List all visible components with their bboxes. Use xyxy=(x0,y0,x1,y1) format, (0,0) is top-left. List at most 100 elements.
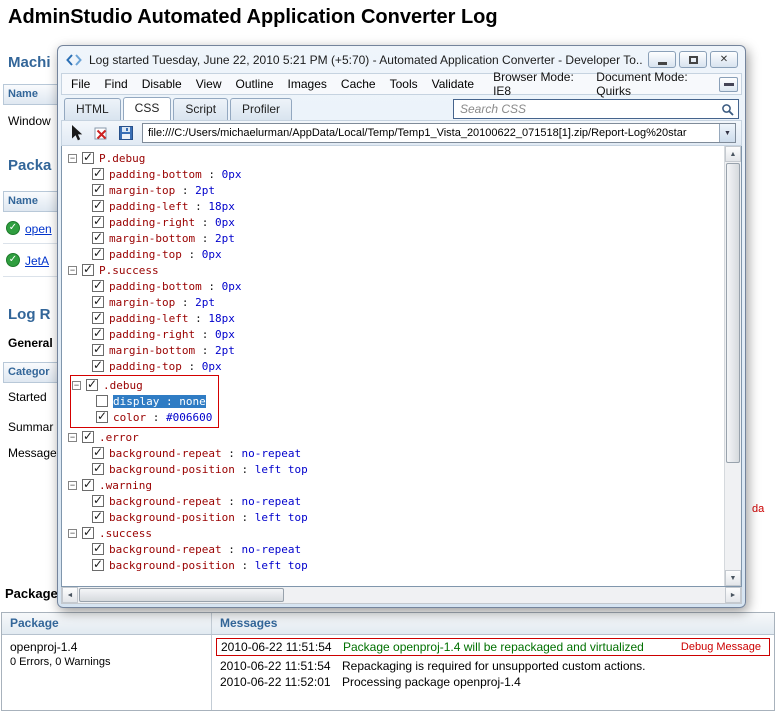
horizontal-scroll-track[interactable] xyxy=(285,587,725,603)
property-checkbox[interactable] xyxy=(92,248,104,260)
css-property-row[interactable]: margin-top : 2pt xyxy=(68,182,724,198)
scroll-down-icon[interactable]: ▼ xyxy=(725,570,741,586)
package-link-jeta[interactable]: JetA xyxy=(25,254,49,268)
css-property[interactable]: margin-bottom : 2pt xyxy=(109,344,235,357)
package-column-header[interactable]: Package xyxy=(2,613,212,634)
menu-item-disable[interactable]: Disable xyxy=(136,75,188,93)
css-property-row[interactable]: padding-top : 0px xyxy=(68,246,724,262)
css-property-row[interactable]: background-position : left top xyxy=(68,557,724,573)
menu-item-cache[interactable]: Cache xyxy=(335,75,382,93)
css-property-row[interactable]: background-repeat : no-repeat xyxy=(68,493,724,509)
css-property-row[interactable]: padding-left : 18px xyxy=(68,198,724,214)
css-property-row[interactable]: background-position : left top xyxy=(68,461,724,477)
property-checkbox[interactable] xyxy=(92,360,104,372)
tree-expander-icon[interactable]: − xyxy=(68,529,77,538)
property-checkbox[interactable] xyxy=(92,216,104,228)
css-property-row[interactable]: margin-top : 2pt xyxy=(68,294,724,310)
property-checkbox[interactable] xyxy=(92,344,104,356)
property-checkbox[interactable] xyxy=(92,447,104,459)
property-checkbox[interactable] xyxy=(92,200,104,212)
css-property[interactable]: margin-top : 2pt xyxy=(109,296,215,309)
scroll-left-icon[interactable]: ◄ xyxy=(62,587,78,603)
css-property[interactable]: padding-left : 18px xyxy=(109,312,235,325)
search-input[interactable] xyxy=(460,102,720,116)
css-property-row[interactable]: margin-bottom : 2pt xyxy=(68,230,724,246)
menu-item-view[interactable]: View xyxy=(190,75,228,93)
menu-item-find[interactable]: Find xyxy=(98,75,133,93)
menu-item-validate[interactable]: Validate xyxy=(426,75,480,93)
property-checkbox[interactable] xyxy=(92,232,104,244)
css-property-row[interactable]: display : none xyxy=(72,393,212,409)
horizontal-scrollbar[interactable]: ◄ ► xyxy=(61,587,742,604)
tab-profiler[interactable]: Profiler xyxy=(230,98,292,120)
menu-item-file[interactable]: File xyxy=(65,75,96,93)
css-property-row[interactable]: padding-right : 0px xyxy=(68,214,724,230)
css-property[interactable]: background-position : left top xyxy=(109,511,308,524)
horizontal-scroll-thumb[interactable] xyxy=(79,588,284,602)
property-checkbox[interactable] xyxy=(92,280,104,292)
select-element-pointer-icon[interactable] xyxy=(67,124,85,142)
maximize-button[interactable] xyxy=(679,51,707,68)
property-checkbox[interactable] xyxy=(92,312,104,324)
css-property[interactable]: background-repeat : no-repeat xyxy=(109,447,301,460)
minimize-button[interactable] xyxy=(648,51,676,68)
file-url-dropdown[interactable]: file:///C:/Users/michaelurman/AppData/Lo… xyxy=(142,123,736,143)
css-property[interactable]: padding-bottom : 0px xyxy=(109,168,241,181)
property-checkbox[interactable] xyxy=(92,328,104,340)
category-column-header[interactable]: Categor xyxy=(3,362,58,383)
menu-item-tools[interactable]: Tools xyxy=(384,75,424,93)
css-property[interactable]: padding-right : 0px xyxy=(109,216,235,229)
vertical-scrollbar[interactable]: ▲ ▼ xyxy=(724,146,741,586)
menu-item-images[interactable]: Images xyxy=(282,75,333,93)
tree-expander-icon[interactable]: − xyxy=(68,481,77,490)
css-rule-row[interactable]: −.warning xyxy=(68,477,724,493)
rule-checkbox[interactable] xyxy=(82,264,94,276)
property-checkbox[interactable] xyxy=(92,511,104,523)
property-checkbox[interactable] xyxy=(96,395,108,407)
vertical-scroll-thumb[interactable] xyxy=(726,163,740,463)
property-checkbox[interactable] xyxy=(92,495,104,507)
tree-expander-icon[interactable]: − xyxy=(68,266,77,275)
rule-checkbox[interactable] xyxy=(82,152,94,164)
disable-styles-icon[interactable] xyxy=(92,124,110,142)
css-property-row[interactable]: background-repeat : no-repeat xyxy=(68,445,724,461)
css-property[interactable]: padding-top : 0px xyxy=(109,248,222,261)
css-property[interactable]: padding-top : 0px xyxy=(109,360,222,373)
tree-expander-icon[interactable]: − xyxy=(68,433,77,442)
css-property-row[interactable]: color : #006600 xyxy=(72,409,212,425)
property-checkbox[interactable] xyxy=(92,559,104,571)
property-checkbox[interactable] xyxy=(92,296,104,308)
rule-checkbox[interactable] xyxy=(86,379,98,391)
vertical-scroll-track[interactable] xyxy=(725,464,741,570)
css-rule-row[interactable]: −.debug xyxy=(72,377,212,393)
tab-css[interactable]: CSS xyxy=(123,97,172,120)
property-checkbox[interactable] xyxy=(92,168,104,180)
save-icon[interactable] xyxy=(117,124,135,142)
css-property[interactable]: background-position : left top xyxy=(109,463,308,476)
property-checkbox[interactable] xyxy=(92,543,104,555)
css-property[interactable]: padding-left : 18px xyxy=(109,200,235,213)
css-rule-row[interactable]: −.error xyxy=(68,429,724,445)
css-rule-row[interactable]: −P.debug xyxy=(68,150,724,166)
close-button[interactable]: ✕ xyxy=(710,51,738,68)
css-property[interactable]: color : #006600 xyxy=(113,411,212,424)
property-checkbox[interactable] xyxy=(92,184,104,196)
package-link-openproj[interactable]: open xyxy=(25,222,52,236)
rule-checkbox[interactable] xyxy=(82,431,94,443)
tab-script[interactable]: Script xyxy=(173,98,228,120)
tree-expander-icon[interactable]: − xyxy=(72,381,81,390)
tab-html[interactable]: HTML xyxy=(64,98,121,120)
scroll-up-icon[interactable]: ▲ xyxy=(725,146,741,162)
css-rule-row[interactable]: −.success xyxy=(68,525,724,541)
menu-item-outline[interactable]: Outline xyxy=(230,75,280,93)
dropdown-arrow-icon[interactable]: ▼ xyxy=(719,124,735,142)
machine-name-column-header[interactable]: Name xyxy=(3,84,58,105)
property-checkbox[interactable] xyxy=(96,411,108,423)
scroll-right-icon[interactable]: ► xyxy=(725,587,741,603)
css-property-row[interactable]: padding-right : 0px xyxy=(68,326,724,342)
css-rule-row[interactable]: −P.success xyxy=(68,262,724,278)
css-property[interactable]: background-repeat : no-repeat xyxy=(109,543,301,556)
css-property-row[interactable]: padding-bottom : 0px xyxy=(68,166,724,182)
rule-checkbox[interactable] xyxy=(82,527,94,539)
css-property[interactable]: padding-bottom : 0px xyxy=(109,280,241,293)
